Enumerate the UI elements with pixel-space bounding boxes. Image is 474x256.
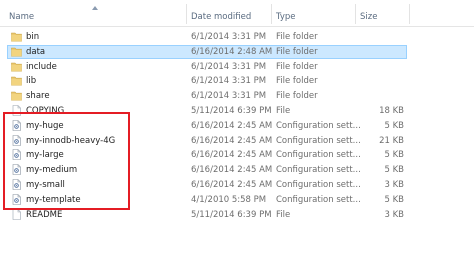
file-date-modified: 4/1/2010 5:58 PM <box>191 194 267 205</box>
file-size: 5 KB <box>384 120 404 131</box>
file-size: 3 KB <box>384 179 404 190</box>
file-date-modified: 6/1/2014 3:31 PM <box>191 61 267 72</box>
file-date-modified: 6/16/2014 2:45 AM <box>191 165 273 176</box>
file-name[interactable]: data <box>26 47 45 57</box>
file-size: 5 KB <box>384 165 404 176</box>
file-date-modified: 6/1/2014 3:31 PM <box>191 32 267 42</box>
file-date-modified: 6/16/2014 2:45 AM <box>191 179 273 190</box>
file-type: File folder <box>276 46 318 57</box>
folder-icon <box>11 90 22 101</box>
file-size: 3 KB <box>384 209 404 220</box>
file-name[interactable]: share <box>26 91 50 101</box>
folder-icon <box>11 75 22 86</box>
column-divider[interactable] <box>355 4 356 24</box>
file-date-modified: 6/1/2014 3:31 PM <box>191 76 267 87</box>
file-type: File folder <box>276 32 318 42</box>
column-divider[interactable] <box>271 4 272 24</box>
column-divider[interactable] <box>409 4 410 24</box>
file-size: 18 KB <box>379 105 404 116</box>
file-date-modified: 5/11/2014 6:39 PM <box>191 209 272 220</box>
file-type: File <box>276 105 291 116</box>
file-size: 21 KB <box>379 135 404 146</box>
file-type: File <box>276 209 291 220</box>
file-row[interactable]: include 6/1/2014 3:31 PM File folder <box>0 60 474 75</box>
column-divider[interactable] <box>186 4 187 24</box>
red-highlight-annotation <box>3 112 130 210</box>
column-header-date[interactable]: Date modified <box>191 12 251 22</box>
folder-icon <box>11 46 22 57</box>
folder-icon <box>11 31 22 42</box>
file-row[interactable]: data 6/16/2014 2:48 AM File folder <box>0 44 474 60</box>
file-name[interactable]: include <box>26 62 57 72</box>
file-size: 5 KB <box>384 194 404 205</box>
file-name[interactable]: bin <box>26 32 39 42</box>
file-name[interactable]: README <box>26 210 62 220</box>
file-row[interactable]: lib 6/1/2014 3:31 PM File folder <box>0 74 474 89</box>
file-name[interactable]: lib <box>26 76 36 86</box>
file-date-modified: 6/16/2014 2:45 AM <box>191 135 273 146</box>
file-type: File folder <box>276 91 318 102</box>
folder-icon <box>11 61 22 72</box>
file-row[interactable]: bin 6/1/2014 3:31 PM File folder <box>0 30 474 45</box>
file-row[interactable]: share 6/1/2014 3:31 PM File folder <box>0 89 474 104</box>
file-date-modified: 6/16/2014 2:48 AM <box>191 46 273 57</box>
file-date-modified: 5/11/2014 6:39 PM <box>191 105 272 116</box>
column-header-name[interactable]: Name <box>9 12 34 22</box>
sort-arrow-icon[interactable] <box>92 6 98 10</box>
file-date-modified: 6/16/2014 2:45 AM <box>191 150 273 161</box>
column-header-size[interactable]: Size <box>360 12 377 22</box>
file-date-modified: 6/16/2014 2:45 AM <box>191 120 273 131</box>
file-size: 5 KB <box>384 150 404 161</box>
file-type: File folder <box>276 76 318 87</box>
file-type: File folder <box>276 61 318 72</box>
file-icon <box>11 208 22 220</box>
column-header-bar: Name Date modified Type Size <box>0 0 474 27</box>
file-date-modified: 6/1/2014 3:31 PM <box>191 91 267 102</box>
column-header-type[interactable]: Type <box>276 12 296 22</box>
